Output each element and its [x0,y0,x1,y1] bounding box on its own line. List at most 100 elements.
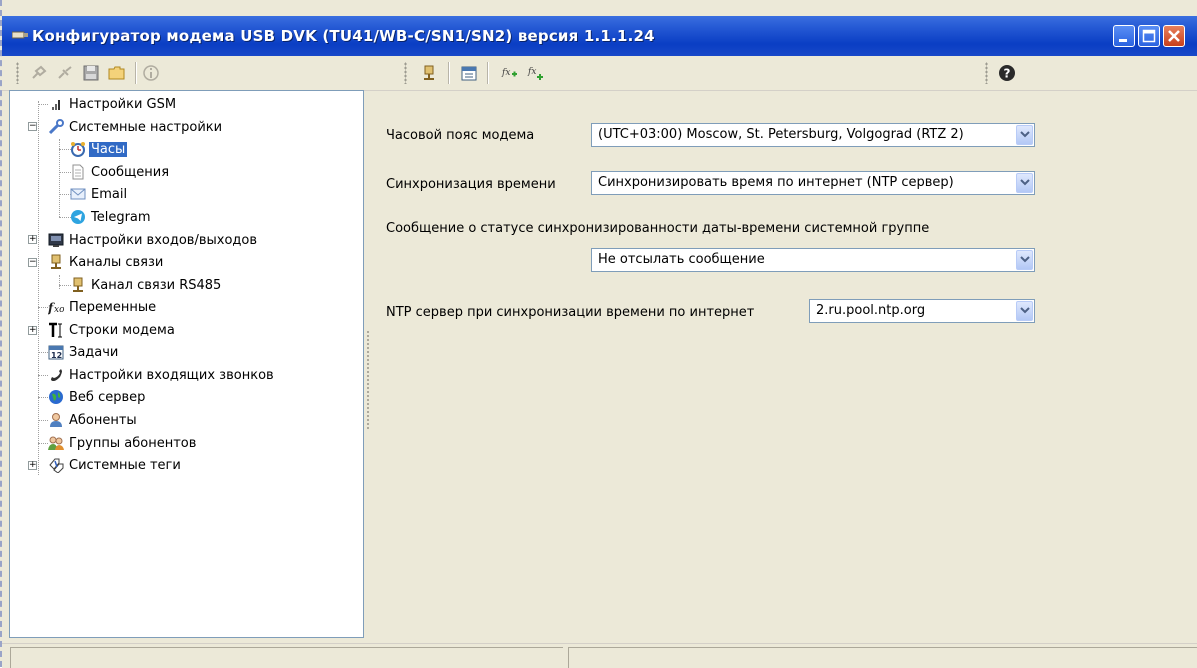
timezone-label: Часовой пояс модема [386,128,535,143]
dropdown-button[interactable] [1016,173,1033,193]
calendar-add-icon[interactable] [460,64,478,82]
timezone-value: (UTC+03:00) Moscow, St. Petersburg, Volg… [598,127,964,142]
title-bar[interactable]: Конфигуратор модема USB DVK (TU41/WB-C/S… [2,16,1197,56]
window-title: Конфигуратор модема USB DVK (TU41/WB-C/S… [32,27,655,45]
tree-item-subscriber-groups[interactable]: Группы абонентов [48,433,198,453]
io-board-icon [48,233,64,247]
chevron-down-icon [1020,307,1030,314]
close-button[interactable] [1163,25,1185,47]
fx-icon: f xo [48,301,64,315]
maximize-button[interactable] [1138,25,1160,47]
tree-item-incoming-calls[interactable]: Настройки входящих звонков [48,365,276,385]
info-icon[interactable] [142,64,160,82]
tree-item-label: Веб сервер [69,389,146,405]
tree-item-subscribers[interactable]: Абоненты [48,410,139,430]
tree-item-channels[interactable]: Каналы связи [48,252,165,272]
status-message-value: Не отсылать сообщение [598,252,765,267]
ntp-server-value: 2.ru.pool.ntp.org [816,303,926,318]
toolbar-grip[interactable] [16,62,19,84]
tree-item-label: Системные теги [69,457,181,473]
tree-item-label: Группы абонентов [69,435,197,451]
connector-icon [51,254,61,269]
tree-line [38,104,48,106]
disconnect-icon[interactable] [56,64,74,82]
expand-toggle[interactable]: + [28,235,37,244]
tree-item-label: Настройки входящих звонков [69,367,274,383]
tree-line [38,307,48,309]
panel-splitter[interactable] [366,330,370,430]
collapse-toggle[interactable]: − [28,258,37,267]
tree-item-variables[interactable]: f xo Переменные [48,297,158,317]
ntp-server-select[interactable]: 2.ru.pool.ntp.org [809,299,1035,323]
status-pane-right [568,647,1197,668]
connect-icon[interactable] [30,64,48,82]
tree-item-modem-strings[interactable]: Строки модема [48,320,177,340]
tree-item-label: Настройки входов/выходов [69,232,258,248]
svg-text:xo: xo [54,305,64,315]
close-icon [1168,30,1180,42]
tree-item-tasks[interactable]: 12 Задачи [48,342,120,362]
toolbar-grip[interactable] [985,62,988,84]
ntp-server-label: NTP сервер при синхронизации времени по … [386,305,755,320]
tree-item-web-server[interactable]: Веб сервер [48,387,147,407]
settings-tree[interactable]: − + − + + Настройки GSM Системные настро… [9,90,364,638]
status-message-label: Сообщение о статусе синхронизированности… [386,221,930,236]
tree-item-label: Настройки GSM [69,96,177,112]
tree-item-gsm-settings[interactable]: Настройки GSM [48,94,178,114]
app-window: Конфигуратор модема USB DVK (TU41/WB-C/S… [0,0,1197,668]
help-icon[interactable]: ? [998,64,1016,82]
group-icon [48,436,64,450]
dropdown-button[interactable] [1016,301,1033,321]
tree-item-email[interactable]: Email [70,184,129,204]
wrench-icon [48,119,64,135]
add-variable-icon[interactable]: fx [527,64,545,82]
svg-text:?: ? [1004,67,1011,81]
text-cursor-icon [49,322,62,338]
tree-item-io-settings[interactable]: Настройки входов/выходов [48,230,259,250]
minimize-button[interactable] [1113,25,1135,47]
expand-toggle[interactable]: + [28,461,37,470]
tree-item-label: Email [91,186,128,202]
phone-icon [51,369,62,381]
chevron-down-icon [1020,131,1030,138]
expand-toggle[interactable]: + [28,326,37,335]
tree-item-system-settings[interactable]: Системные настройки [48,117,224,137]
chevron-down-icon [1020,256,1030,263]
tree-item-label: Строки модема [69,322,175,338]
tree-line [38,375,48,377]
toolbar: fx fx ? [2,56,1197,91]
tree-item-label: Каналы связи [69,254,164,270]
status-bar [2,643,1197,668]
status-pane-left [10,647,563,668]
document-icon [72,164,84,180]
add-function-icon[interactable]: fx [501,64,519,82]
timezone-select[interactable]: (UTC+03:00) Moscow, St. Petersburg, Volg… [591,123,1035,147]
tree-item-label: Сообщения [91,164,170,180]
tree-item-clock[interactable]: Часы [70,139,129,159]
tree-item-label: Системные настройки [69,119,223,135]
toolbar-separator [448,62,450,84]
tree-item-label: Telegram [91,209,151,225]
dropdown-button[interactable] [1016,125,1033,145]
dropdown-button[interactable] [1016,250,1033,270]
tree-item-telegram[interactable]: Telegram [70,207,153,227]
toolbar-separator [135,62,137,84]
tree-line [38,420,48,422]
svg-text:fx: fx [527,67,536,77]
toolbar-grip[interactable] [404,62,407,84]
tree-item-system-tags[interactable]: Системные теги [48,455,183,475]
maximize-icon [1142,29,1156,43]
sync-label: Синхронизация времени [386,177,556,192]
save-icon[interactable] [82,64,100,82]
tree-line [38,352,48,354]
person-icon [50,413,62,427]
open-folder-icon[interactable] [108,64,126,82]
tree-item-messages[interactable]: Сообщения [70,162,171,182]
status-message-select[interactable]: Не отсылать сообщение [591,248,1035,272]
collapse-toggle[interactable]: − [28,122,37,131]
add-channel-icon[interactable] [420,64,438,82]
svg-text:fx: fx [501,68,510,78]
time-sync-select[interactable]: Синхронизировать время по интернет (NTP … [591,171,1035,195]
tree-item-rs485[interactable]: Канал связи RS485 [70,275,223,295]
tree-item-label: Задачи [69,344,119,360]
